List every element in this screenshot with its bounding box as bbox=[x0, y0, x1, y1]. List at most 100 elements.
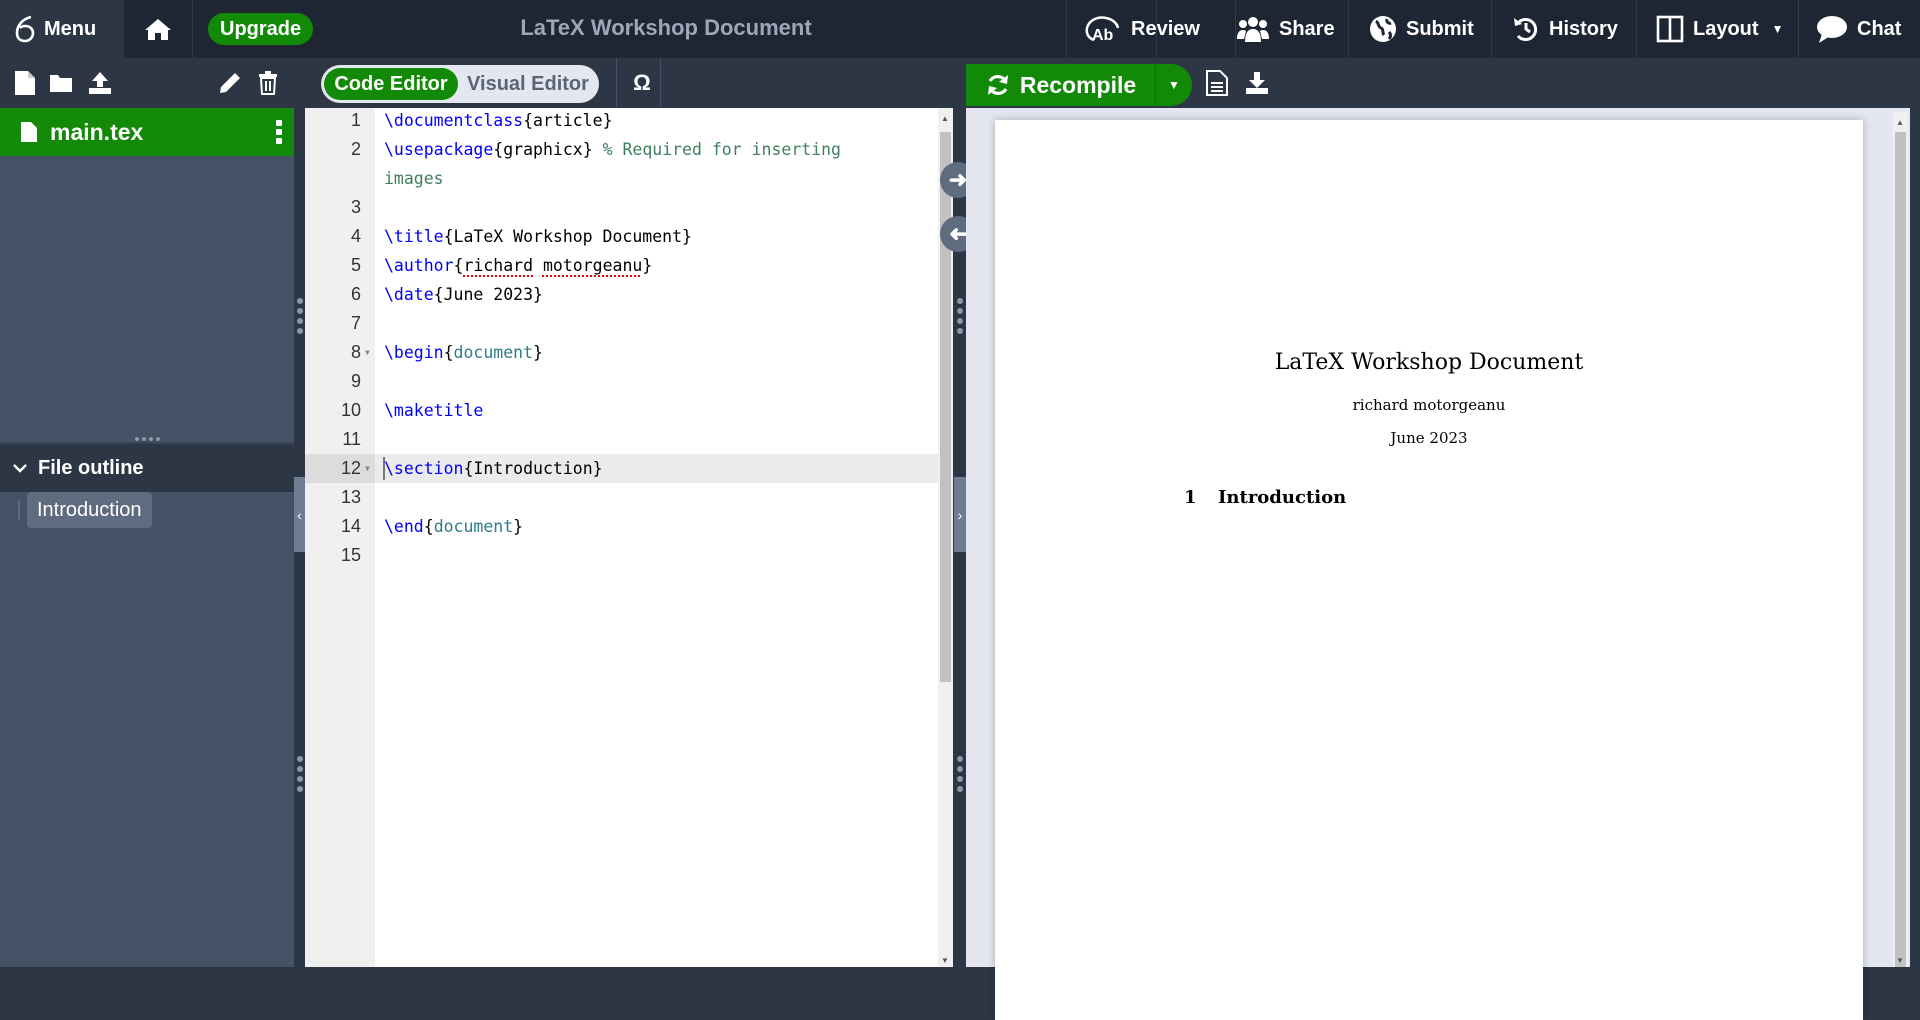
code-text: \end{document} bbox=[384, 517, 524, 536]
upload-icon bbox=[89, 72, 111, 94]
spelling-error[interactable]: motorgeanu bbox=[543, 256, 642, 275]
code-line[interactable]: 9 bbox=[305, 367, 938, 396]
scroll-down-arrow-icon[interactable]: ▼ bbox=[941, 956, 949, 965]
code-line[interactable]: 7 bbox=[305, 309, 938, 338]
line-number: 13 bbox=[340, 487, 361, 507]
file-menu-icon[interactable] bbox=[276, 120, 282, 144]
code-text: \date{June 2023} bbox=[384, 285, 543, 304]
latex-command: \end bbox=[384, 517, 424, 536]
latex-argument: document bbox=[433, 517, 514, 536]
code-line[interactable]: 3 bbox=[305, 193, 938, 222]
code-line[interactable]: 10 \maketitle bbox=[305, 396, 938, 425]
resize-grip-icon bbox=[297, 298, 303, 334]
layout-button[interactable]: Layout ▼ bbox=[1656, 0, 1783, 58]
pdf-scrollbar[interactable]: ▲ bbox=[1893, 112, 1908, 967]
share-icon bbox=[1237, 17, 1269, 42]
file-icon bbox=[21, 122, 37, 142]
latex-command: \begin bbox=[384, 343, 444, 362]
scroll-up-arrow-icon[interactable]: ▲ bbox=[1896, 118, 1904, 127]
line-number: 9 bbox=[350, 371, 361, 391]
code-line[interactable]: 6 \date{June 2023} bbox=[305, 280, 938, 309]
divider bbox=[1348, 0, 1349, 58]
fold-toggle-icon[interactable]: ▼ bbox=[365, 338, 370, 367]
code-line[interactable]: 2 \usepackage{graphicx} % Required for in… bbox=[305, 135, 938, 164]
new-file-button[interactable] bbox=[10, 68, 40, 98]
pdf-author: richard motorgeanu bbox=[1352, 396, 1506, 414]
file-item-main-tex[interactable]: main.tex bbox=[0, 108, 294, 156]
layout-icon bbox=[1656, 15, 1684, 43]
latex-argument: document bbox=[453, 343, 534, 362]
file-name: main.tex bbox=[50, 118, 144, 145]
latex-command: \maketitle bbox=[384, 401, 484, 420]
line-number: 3 bbox=[350, 197, 361, 217]
line-number: 2 bbox=[350, 139, 361, 159]
code-line[interactable]: 15 bbox=[305, 541, 938, 570]
fold-toggle-icon[interactable]: ▼ bbox=[365, 454, 370, 483]
latex-command: \section bbox=[384, 459, 464, 478]
recompile-button[interactable]: Recompile bbox=[966, 64, 1156, 106]
code-line[interactable]: 5 \author{richard motorgeanu} bbox=[305, 251, 938, 280]
download-pdf-button[interactable] bbox=[1242, 68, 1272, 98]
folder-icon bbox=[50, 75, 72, 92]
scrollbar-thumb[interactable] bbox=[1895, 132, 1906, 967]
share-button[interactable]: Share bbox=[1236, 0, 1335, 58]
arrow-right-icon: ➜ bbox=[948, 167, 968, 192]
scroll-down-arrow-icon[interactable]: ▼ bbox=[1896, 956, 1904, 965]
review-label: Review bbox=[1131, 17, 1200, 40]
line-number: 14 bbox=[340, 516, 361, 536]
new-folder-button[interactable] bbox=[46, 68, 76, 98]
file-outline-header[interactable]: File outline bbox=[0, 444, 294, 492]
resize-grip-icon bbox=[297, 756, 303, 792]
code-text: \author{richard motorgeanu} bbox=[384, 256, 653, 275]
delete-button[interactable] bbox=[253, 68, 283, 98]
history-button[interactable]: History bbox=[1512, 0, 1618, 58]
document-icon bbox=[1206, 70, 1228, 96]
scrollbar-thumb[interactable] bbox=[940, 132, 951, 682]
outline-resize-handle[interactable] bbox=[0, 434, 294, 444]
latex-command: \date bbox=[384, 285, 434, 304]
rename-button[interactable] bbox=[215, 68, 245, 98]
line-number: 4 bbox=[350, 226, 361, 246]
divider bbox=[660, 58, 661, 108]
review-button[interactable]: Ab Review bbox=[1084, 0, 1200, 58]
pdf-toolbar: Recompile ▼ bbox=[966, 58, 1920, 108]
code-line[interactable]: 1 \documentclass{article} bbox=[305, 106, 938, 135]
new-file-icon bbox=[15, 71, 35, 95]
code-line[interactable]: images bbox=[305, 164, 938, 193]
scroll-up-arrow-icon[interactable]: ▲ bbox=[941, 114, 949, 123]
svg-text:Ab: Ab bbox=[1092, 27, 1114, 44]
outline-indent-line bbox=[18, 500, 20, 520]
code-line[interactable]: 13 bbox=[305, 483, 938, 512]
view-logs-button[interactable] bbox=[1202, 68, 1232, 98]
chevron-down-icon bbox=[13, 464, 27, 473]
upload-button[interactable] bbox=[85, 68, 115, 98]
collapse-file-tree-button[interactable]: ‹ bbox=[294, 477, 305, 552]
resize-grip-icon bbox=[957, 298, 963, 334]
code-line[interactable]: 4 \title{LaTeX Workshop Document} bbox=[305, 222, 938, 251]
chat-button[interactable]: Chat bbox=[1816, 0, 1901, 58]
chat-label: Chat bbox=[1857, 17, 1902, 40]
code-text: images bbox=[384, 164, 444, 193]
latex-argument: article bbox=[533, 111, 603, 130]
collapse-pdf-button[interactable]: › bbox=[954, 477, 966, 552]
submit-button[interactable]: Submit bbox=[1369, 0, 1474, 58]
code-line[interactable]: 14 \end{document} bbox=[305, 512, 938, 541]
latex-comment: images bbox=[384, 169, 444, 188]
code-line[interactable]: 12 ▼ \section{Introduction} bbox=[305, 454, 938, 483]
line-number: 1 bbox=[350, 110, 361, 130]
recompile-options-button[interactable]: ▼ bbox=[1156, 64, 1192, 106]
visual-editor-tab[interactable]: Visual Editor bbox=[461, 68, 595, 100]
line-number: 7 bbox=[350, 313, 361, 333]
code-line[interactable]: 11 bbox=[305, 425, 938, 454]
file-tree-splitter[interactable]: ‹ bbox=[294, 108, 305, 967]
spelling-error[interactable]: richard bbox=[463, 256, 533, 275]
code-line[interactable]: 8 ▼ \begin{document} bbox=[305, 338, 938, 367]
code-editor-tab[interactable]: Code Editor bbox=[324, 68, 458, 100]
recompile-button-group: Recompile ▼ bbox=[966, 64, 1192, 106]
outline-item-introduction[interactable]: Introduction bbox=[27, 492, 152, 528]
symbol-palette-button[interactable]: Ω bbox=[624, 68, 660, 98]
pdf-title: LaTeX Workshop Document bbox=[1274, 350, 1584, 375]
pdf-page: LaTeX Workshop Document richard motorgea… bbox=[995, 120, 1863, 1020]
latex-argument: Introduction bbox=[473, 459, 593, 478]
code-editor[interactable]: 1 \documentclass{article} 2 \usepackage{gra… bbox=[305, 106, 953, 967]
